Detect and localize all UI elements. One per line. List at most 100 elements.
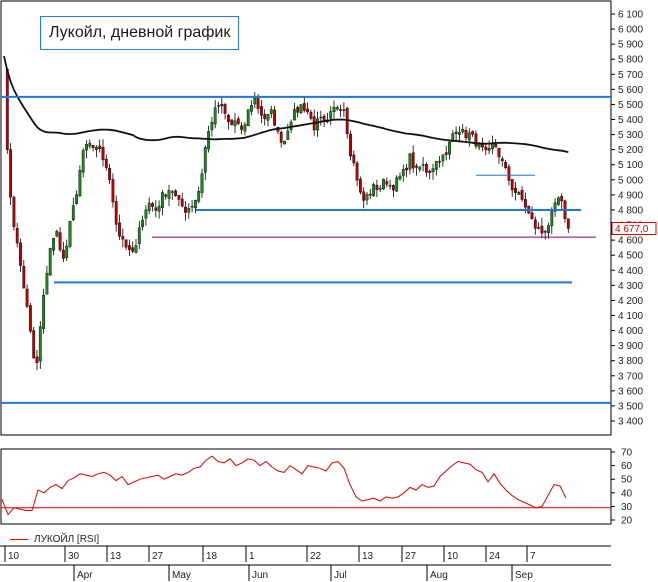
rsi-tick-label: 20 bbox=[621, 516, 633, 527]
date-day-label: 30 bbox=[68, 551, 80, 562]
date-day-label: 18 bbox=[206, 551, 218, 562]
price-tick-label: 6 000 bbox=[618, 25, 643, 36]
candle-body bbox=[471, 131, 474, 135]
candle-body bbox=[88, 142, 92, 147]
candle-body bbox=[494, 143, 498, 148]
candle-body bbox=[514, 187, 517, 193]
candle-body bbox=[484, 146, 488, 151]
candle-body bbox=[533, 219, 537, 229]
candle-body bbox=[193, 199, 197, 209]
candle-body bbox=[342, 109, 346, 111]
candle-body bbox=[167, 190, 171, 199]
candle-body bbox=[395, 177, 399, 192]
candle-body bbox=[332, 106, 336, 112]
candle-body bbox=[408, 153, 412, 170]
legend-label: ЛУКОЙЛ [RSI] bbox=[34, 534, 100, 545]
date-day-label: 1 bbox=[249, 551, 255, 562]
candle-body bbox=[497, 147, 501, 158]
candle-body bbox=[256, 97, 260, 109]
candle-body bbox=[283, 140, 286, 145]
candle-body bbox=[382, 179, 385, 189]
candle-body bbox=[309, 111, 313, 119]
chart-title: Лукойл, дневной график bbox=[40, 16, 240, 50]
candle-body bbox=[421, 164, 425, 166]
candle-body bbox=[141, 219, 144, 227]
candle-body bbox=[500, 158, 504, 162]
candle-body bbox=[154, 207, 158, 211]
price-tick-label: 5 700 bbox=[618, 70, 643, 81]
price-tick-label: 3 500 bbox=[618, 401, 643, 412]
date-day-label: 13 bbox=[362, 551, 374, 562]
date-day-label: 10 bbox=[447, 551, 459, 562]
candle-body bbox=[517, 192, 521, 195]
price-tick-label: 6 100 bbox=[618, 10, 643, 21]
price-tick-label: 5 800 bbox=[618, 55, 643, 66]
candle-body bbox=[210, 122, 214, 131]
candle-body bbox=[524, 199, 527, 208]
candle-body bbox=[85, 143, 88, 151]
candle-body bbox=[217, 105, 220, 107]
candle-body bbox=[299, 104, 303, 113]
candle-body bbox=[144, 209, 148, 219]
price-tick-label: 3 400 bbox=[618, 417, 643, 428]
candle-body bbox=[32, 330, 36, 359]
candle-body bbox=[48, 248, 52, 276]
candle-body bbox=[55, 231, 59, 237]
candle-body bbox=[108, 167, 112, 180]
date-month-label: Apr bbox=[77, 570, 93, 581]
candle-body bbox=[127, 245, 131, 250]
candle-body bbox=[104, 158, 108, 168]
price-tick-label: 3 900 bbox=[618, 341, 643, 352]
date-month-label: May bbox=[172, 570, 191, 581]
candle-body bbox=[213, 107, 217, 125]
candle-body bbox=[520, 190, 524, 200]
candle-body bbox=[52, 238, 55, 251]
rsi-tick-label: 40 bbox=[621, 488, 633, 499]
candle-body bbox=[223, 104, 227, 114]
candle-body bbox=[266, 114, 270, 121]
date-axis: 10 30 13 27 18 1 22 13 27 10 24 7 Apr May Jun Jul Aug Sep bbox=[0, 545, 611, 581]
candle-body bbox=[286, 130, 290, 140]
candle-body bbox=[510, 179, 514, 191]
candle-body bbox=[504, 161, 507, 169]
candle-body bbox=[101, 147, 105, 161]
candle-body bbox=[75, 194, 79, 204]
legend: ЛУКОЙЛ [RSI] bbox=[10, 534, 99, 545]
candle-body bbox=[329, 111, 333, 119]
candle-body bbox=[236, 118, 240, 124]
candle-body bbox=[15, 228, 19, 244]
candle-body bbox=[22, 265, 26, 289]
candle-body bbox=[434, 161, 438, 170]
candle-body bbox=[190, 205, 194, 208]
candle-body bbox=[441, 154, 445, 162]
candle-body bbox=[164, 194, 168, 197]
price-tick-label: 5 900 bbox=[618, 40, 643, 51]
candle-body bbox=[12, 196, 16, 227]
candle-body bbox=[91, 145, 95, 149]
candle-body bbox=[418, 166, 422, 170]
candle-body bbox=[226, 114, 230, 123]
candle-body bbox=[246, 109, 250, 127]
candle-body bbox=[253, 97, 257, 105]
candle-body bbox=[180, 198, 184, 207]
candle-body bbox=[260, 106, 263, 116]
rsi-tick-label: 70 bbox=[621, 448, 633, 459]
candle-body bbox=[560, 195, 564, 202]
candle-body bbox=[134, 245, 138, 253]
candle-body bbox=[355, 162, 359, 181]
candle-body bbox=[302, 103, 306, 111]
candle-body bbox=[537, 227, 541, 229]
candle-body bbox=[392, 185, 395, 191]
candle-body bbox=[296, 107, 300, 113]
candle-body bbox=[230, 119, 234, 125]
candle-body bbox=[177, 194, 181, 200]
candle-body bbox=[454, 131, 458, 134]
candle-body bbox=[557, 197, 560, 205]
date-day-label: 22 bbox=[310, 551, 322, 562]
candle-body bbox=[375, 184, 379, 190]
candle-body bbox=[111, 179, 115, 203]
candle-body bbox=[566, 218, 570, 229]
candle-body bbox=[458, 132, 461, 135]
candle-body bbox=[316, 118, 319, 131]
candle-body bbox=[385, 181, 389, 185]
